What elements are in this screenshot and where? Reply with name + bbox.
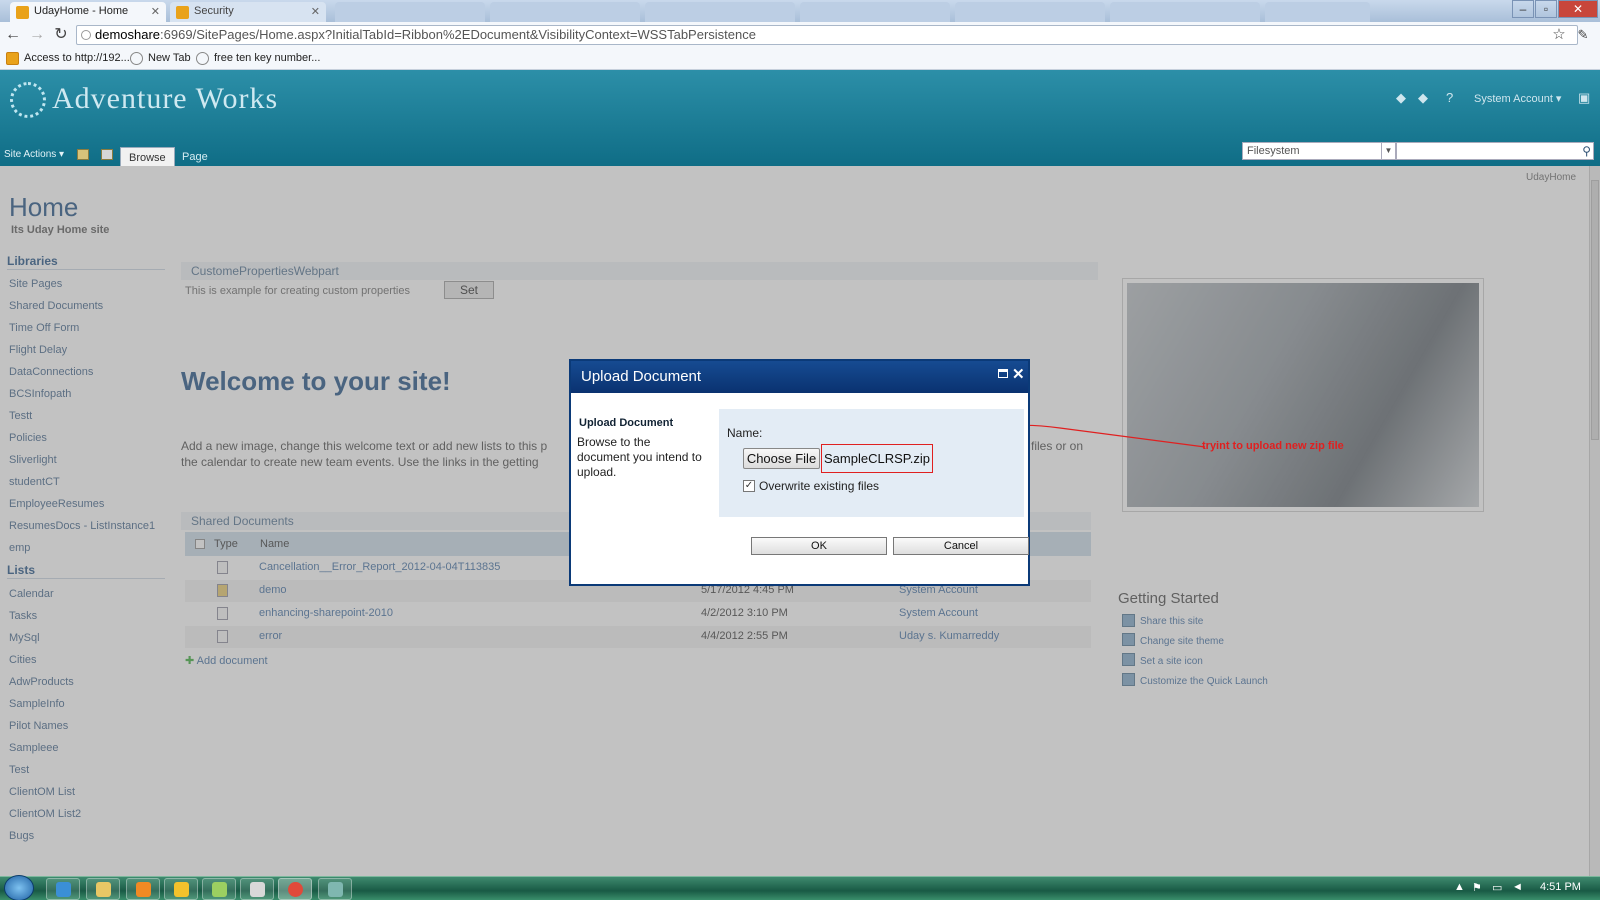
dialog-titlebar[interactable]: Upload Document ✕ (571, 361, 1028, 393)
taskbar-app[interactable] (240, 878, 274, 900)
tab-browse[interactable]: Browse (120, 147, 175, 167)
search-icon[interactable]: ⚲ (1582, 144, 1591, 158)
taskbar-media[interactable] (126, 878, 160, 900)
folder-icon (96, 882, 111, 897)
minimize-window-icon[interactable]: – (1512, 0, 1534, 18)
close-tab-icon[interactable]: ✕ (311, 5, 320, 18)
windows-start-icon[interactable] (4, 875, 34, 900)
navigate-up-icon[interactable] (77, 149, 89, 160)
user-name: System Account (1474, 93, 1553, 105)
cancel-button[interactable]: Cancel (893, 537, 1029, 555)
bookmark-item[interactable]: New Tab (130, 52, 191, 65)
name-label: Name: (727, 426, 763, 440)
back-icon[interactable]: ← (4, 26, 22, 44)
chrome-icon (288, 882, 303, 897)
annotation-label: tryint to upload new zip file (1202, 440, 1344, 452)
close-dialog-icon[interactable]: ✕ (1012, 365, 1025, 383)
selected-file-name: SampleCLRSP.zip (821, 444, 933, 473)
search-scope-value: Filesystem (1247, 145, 1300, 157)
page-icon (81, 30, 91, 40)
browser-tab-udayhome[interactable]: UdayHome - Home ✕ (10, 2, 166, 22)
user-menu[interactable]: System Account ▾ (1474, 92, 1561, 105)
site-actions-label: Site Actions (4, 149, 57, 160)
tab-title: Security (194, 5, 234, 17)
sharepoint-favicon-icon (176, 6, 189, 19)
maximize-window-icon[interactable]: ▫ (1535, 0, 1557, 18)
taskbar-ie[interactable] (46, 878, 80, 900)
chevron-down-icon: ▼ (1381, 143, 1395, 159)
site-actions-menu[interactable]: Site Actions ▾ (4, 149, 64, 160)
upload-panel: Name: Choose File SampleCLRSP.zip ✓ Over… (719, 409, 1024, 517)
overwrite-checkbox[interactable]: ✓ (743, 480, 755, 492)
taskbar-app[interactable] (318, 878, 352, 900)
bookmark-label: free ten key number... (214, 52, 321, 64)
maximize-dialog-icon[interactable] (998, 369, 1008, 378)
flag-icon[interactable]: ⚑ (1472, 881, 1482, 894)
volume-icon[interactable]: ◄ (1512, 881, 1523, 893)
reload-icon[interactable]: ↻ (52, 26, 70, 44)
taskbar-explorer[interactable] (86, 878, 120, 900)
network-tray-icon[interactable]: ▭ (1492, 881, 1502, 894)
network-icon (328, 882, 343, 897)
media-player-icon (136, 882, 151, 897)
taskbar-outlook[interactable] (164, 878, 198, 900)
taskbar-app[interactable] (202, 878, 236, 900)
browser-tab-blurred[interactable] (490, 2, 640, 22)
adventure-works-logo-icon (10, 82, 46, 118)
sharepoint-bookmark-icon (6, 52, 19, 65)
bookmark-label: Access to http://192... (24, 52, 130, 64)
forward-icon[interactable]: → (28, 26, 46, 44)
wrench-icon[interactable]: ✎ (1574, 26, 1592, 44)
close-window-icon[interactable]: ✕ (1558, 0, 1598, 18)
browser-tab-blurred[interactable] (335, 2, 485, 22)
address-bar[interactable]: demoshare:6969/SitePages/Home.aspx?Initi… (76, 25, 1578, 45)
browser-tab-blurred[interactable] (1110, 2, 1260, 22)
show-hidden-icons[interactable]: ▲ (1454, 881, 1465, 893)
tab-page[interactable]: Page (174, 147, 216, 167)
bookmark-star-icon[interactable]: ☆ (1550, 26, 1568, 44)
windows-taskbar: ▲ ⚑ ▭ ◄ 4:51 PM (0, 875, 1600, 900)
browser-tab-blurred[interactable] (645, 2, 795, 22)
globe-icon (130, 52, 143, 65)
bookmark-item[interactable]: free ten key number... (196, 52, 321, 65)
outlook-icon (174, 882, 189, 897)
browser-tab-blurred[interactable] (955, 2, 1105, 22)
address-path: :6969/SitePages/Home.aspx?InitialTabId=R… (160, 27, 756, 42)
sharepoint-favicon-icon (16, 6, 29, 19)
sharepoint-header: Adventure Works ◆ ◆ ? System Account ▾ ▣… (0, 70, 1600, 167)
bookmark-label: New Tab (148, 52, 191, 64)
browser-tabstrip: UdayHome - Home ✕ Security ✕ – ▫ ✕ (0, 0, 1600, 22)
choose-file-button[interactable]: Choose File (743, 448, 820, 469)
help-icon[interactable]: ? (1446, 90, 1453, 105)
ok-button[interactable]: OK (751, 537, 887, 555)
browser-tab-blurred[interactable] (1310, 2, 1370, 22)
edit-page-icon[interactable] (101, 149, 113, 160)
dialog-section-description: Browse to the document you intend to upl… (577, 435, 702, 479)
address-host: demoshare (95, 27, 161, 42)
globe-icon (196, 52, 209, 65)
tab-title: UdayHome - Home (34, 5, 129, 17)
internet-explorer-icon (56, 882, 71, 897)
like-icon[interactable]: ◆ (1418, 90, 1428, 106)
site-title[interactable]: Adventure Works (52, 82, 278, 116)
search-scope-select[interactable]: Filesystem ▼ (1242, 142, 1396, 160)
dialog-section-heading: Upload Document (579, 417, 674, 429)
browser-tab-security[interactable]: Security ✕ (170, 2, 326, 22)
dialog-title: Upload Document (581, 368, 702, 385)
overwrite-label[interactable]: Overwrite existing files (759, 479, 879, 493)
tags-notes-icon[interactable]: ◆ (1396, 90, 1406, 106)
app-icon (212, 882, 227, 897)
window-icon (250, 882, 265, 897)
clock[interactable]: 4:51 PM (1540, 881, 1581, 893)
search-input[interactable]: ⚲ (1396, 142, 1594, 160)
user-profile-icon[interactable]: ▣ (1578, 90, 1590, 106)
upload-document-dialog: Upload Document ✕ Upload Document Browse… (569, 359, 1030, 586)
browser-toolbar: ← → ↻ demoshare:6969/SitePages/Home.aspx… (0, 22, 1600, 48)
browser-tab-blurred[interactable] (800, 2, 950, 22)
taskbar-chrome[interactable] (278, 878, 312, 900)
bookmark-item[interactable]: Access to http://192... (6, 52, 130, 65)
bookmarks-bar: Access to http://192... New Tab free ten… (0, 48, 1600, 70)
close-tab-icon[interactable]: ✕ (151, 5, 160, 18)
